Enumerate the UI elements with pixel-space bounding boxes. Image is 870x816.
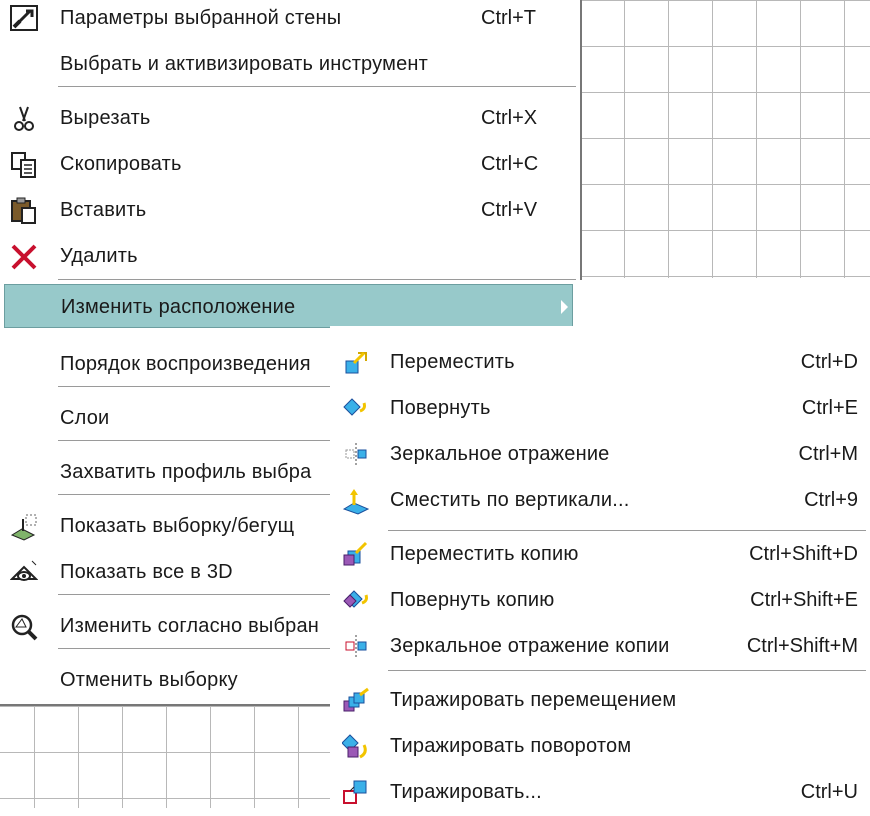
submenu-item-multiply[interactable]: Тиражировать... Ctrl+U xyxy=(330,770,870,816)
submenu-arrow-icon xyxy=(561,300,568,314)
menu-item-label: Переместить xyxy=(390,351,515,373)
submenu-item-mirror[interactable]: Зеркальное отражение Ctrl+M xyxy=(330,432,870,478)
menu-separator xyxy=(388,530,866,531)
menu-item-label: Параметры выбранной стены xyxy=(60,7,342,29)
show-3d-icon xyxy=(9,559,39,587)
menu-item-label: Тиражировать перемещением xyxy=(390,689,677,711)
menu-item-label: Сместить по вертикали... xyxy=(390,489,630,511)
menu-item-label: Изменить расположение xyxy=(61,296,296,318)
menu-item-shortcut: Ctrl+E xyxy=(801,397,858,419)
submenu-item-mirror-copy[interactable]: Зеркальное отражение копии Ctrl+Shift+M xyxy=(330,624,870,670)
menu-item-shortcut: Ctrl+U xyxy=(800,781,858,803)
menu-separator xyxy=(58,494,338,495)
menu-item-label: Захватить профиль выбра xyxy=(60,461,312,483)
menu-item-shortcut: Ctrl+Shift+E xyxy=(750,589,858,611)
menu-separator xyxy=(58,594,338,595)
menu-item-label: Отменить выборку xyxy=(60,669,238,691)
submenu-item-rotate-copy[interactable]: Повернуть копию Ctrl+Shift+E xyxy=(330,578,870,624)
menu-item-label: Порядок воспроизведения xyxy=(60,353,311,375)
canvas-edge-line xyxy=(580,0,582,280)
modify-by-selection-icon xyxy=(10,613,38,641)
menu-item-copy[interactable]: Скопировать Ctrl+C xyxy=(0,142,580,188)
menu-item-label: Тиражировать... xyxy=(390,781,542,803)
multiply-icon xyxy=(342,779,370,807)
submenu-item-elevate[interactable]: Сместить по вертикали... Ctrl+9 xyxy=(330,478,870,524)
menu-item-shortcut: Ctrl+Shift+D xyxy=(749,543,858,565)
menu-separator xyxy=(58,648,338,649)
show-selection-icon xyxy=(10,513,38,541)
menu-item-label: Показать все в 3D xyxy=(60,561,233,583)
menu-separator xyxy=(58,86,576,87)
menu-item-label: Тиражировать поворотом xyxy=(390,735,632,757)
elevate-icon xyxy=(342,487,370,515)
menu-item-select-activate-tool[interactable]: Выбрать и активизировать инструмент xyxy=(0,42,580,88)
menu-item-shortcut: Ctrl+D xyxy=(800,351,858,373)
menu-item-cut[interactable]: Вырезать Ctrl+X xyxy=(0,96,580,142)
scissors-icon xyxy=(10,105,38,133)
multiply-move-icon xyxy=(342,687,370,715)
canvas-edge xyxy=(0,704,330,706)
wall-params-icon xyxy=(10,5,38,33)
menu-item-label: Показать выборку/бегущ xyxy=(60,515,295,537)
multiply-rotate-icon xyxy=(341,733,370,761)
menu-item-shortcut: Ctrl+X xyxy=(481,107,538,129)
menu-item-label: Повернуть xyxy=(390,397,491,419)
mirror-copy-icon xyxy=(342,633,370,661)
menu-item-delete[interactable]: Удалить xyxy=(0,234,580,280)
menu-item-label: Слои xyxy=(60,407,110,429)
menu-item-shortcut: Ctrl+T xyxy=(481,7,536,29)
copy-icon xyxy=(10,151,38,179)
menu-item-paste[interactable]: Вставить Ctrl+V xyxy=(0,188,580,234)
submenu-item-multiply-move[interactable]: Тиражировать перемещением xyxy=(330,678,870,724)
menu-separator xyxy=(58,440,338,441)
menu-item-label: Вставить xyxy=(60,199,147,221)
submenu-item-rotate[interactable]: Повернуть Ctrl+E xyxy=(330,386,870,432)
rotate-icon xyxy=(342,395,370,423)
menu-separator xyxy=(58,279,576,280)
menu-item-shortcut: Ctrl+Shift+M xyxy=(746,635,858,657)
menu-item-label: Зеркальное отражение xyxy=(390,443,610,465)
menu-item-shortcut: Ctrl+V xyxy=(481,199,538,221)
mirror-icon xyxy=(342,441,370,469)
menu-item-label: Зеркальное отражение копии xyxy=(390,635,670,657)
delete-icon xyxy=(10,243,38,271)
menu-separator xyxy=(388,670,866,671)
submenu-item-move-copy[interactable]: Переместить копию Ctrl+Shift+D xyxy=(330,532,870,578)
canvas-grid-bottom-left[interactable] xyxy=(0,706,345,808)
menu-item-shortcut: Ctrl+M xyxy=(798,443,858,465)
rotate-copy-icon xyxy=(342,587,370,615)
submenu-item-move[interactable]: Переместить Ctrl+D xyxy=(330,340,870,386)
canvas-grid-top-right[interactable] xyxy=(582,0,870,278)
menu-item-label: Выбрать и активизировать инструмент xyxy=(60,53,429,75)
menu-item-label: Скопировать xyxy=(60,153,182,175)
menu-item-label: Переместить копию xyxy=(390,543,579,565)
submenu-item-multiply-rotate[interactable]: Тиражировать поворотом xyxy=(330,724,870,770)
menu-item-shortcut: Ctrl+9 xyxy=(804,489,858,511)
menu-item-label: Изменить согласно выбран xyxy=(60,615,320,637)
menu-separator xyxy=(58,386,338,387)
menu-item-shortcut: Ctrl+C xyxy=(481,153,539,175)
paste-icon xyxy=(10,197,38,225)
move-icon xyxy=(342,349,370,377)
menu-item-change-location[interactable]: Изменить расположение xyxy=(4,284,573,328)
menu-item-label: Удалить xyxy=(60,245,138,267)
menu-item-label: Вырезать xyxy=(60,107,151,129)
move-copy-icon xyxy=(342,541,370,569)
menu-item-label: Повернуть копию xyxy=(390,589,555,611)
submenu-change-location: Переместить Ctrl+D Повернуть Ctrl+E Зерк… xyxy=(330,326,870,808)
menu-item-wall-params[interactable]: Параметры выбранной стены Ctrl+T xyxy=(0,0,580,42)
